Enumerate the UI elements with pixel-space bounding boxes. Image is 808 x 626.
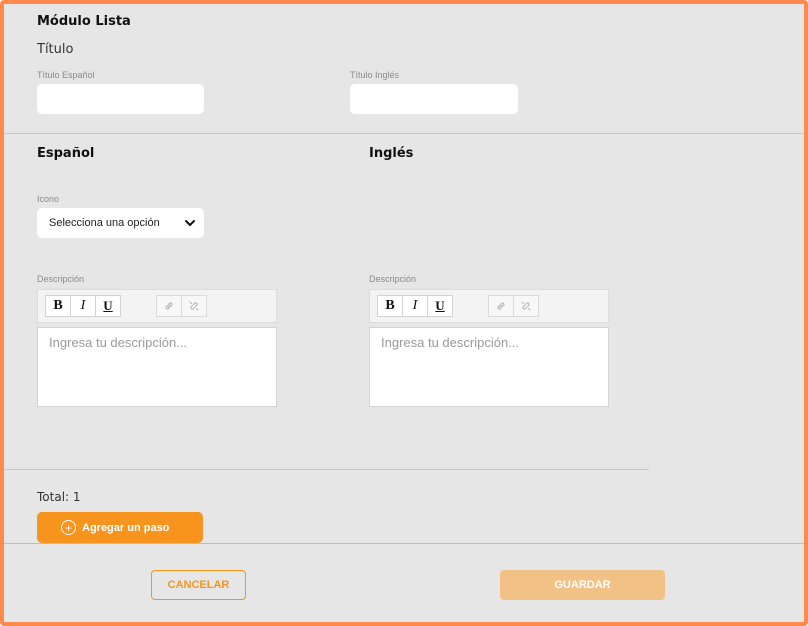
section-divider <box>4 133 804 134</box>
steps-total: Total: 1 <box>37 490 81 504</box>
footer-divider <box>4 543 804 544</box>
icon-select-label: Icono <box>37 194 60 204</box>
save-button[interactable]: GUARDAR <box>500 570 665 600</box>
english-description-label: Descripción <box>369 274 417 284</box>
add-step-button[interactable]: + Agregar un paso <box>37 512 203 543</box>
steps-divider <box>4 469 649 470</box>
unlink-icon <box>189 301 199 311</box>
title-section-label: Título <box>37 42 74 57</box>
unlink-icon <box>521 301 531 311</box>
module-title: Módulo Lista <box>37 14 131 29</box>
link-icon <box>165 302 173 310</box>
title-english-label: Título Inglés <box>350 70 400 80</box>
english-editor-toolbar: B I U <box>369 289 609 323</box>
spanish-description-placeholder: Ingresa tu descripción... <box>49 335 188 350</box>
underline-button[interactable]: U <box>95 295 121 317</box>
link-button[interactable] <box>156 295 182 317</box>
spanish-editor-toolbar: B I U <box>37 289 277 323</box>
spanish-heading: Español <box>37 146 95 161</box>
italic-button[interactable]: I <box>402 295 428 317</box>
link-icon <box>497 302 505 310</box>
spanish-description-editor[interactable]: Ingresa tu descripción... <box>37 327 277 407</box>
bold-button[interactable]: B <box>377 295 403 317</box>
plus-circle-icon: + <box>61 520 76 535</box>
icon-select-value: Selecciona una opción <box>49 217 160 229</box>
italic-button[interactable]: I <box>70 295 96 317</box>
chevron-down-icon <box>185 220 195 226</box>
english-heading: Inglés <box>369 146 414 161</box>
unlink-button[interactable] <box>513 295 539 317</box>
title-english-input[interactable] <box>350 84 518 114</box>
title-spanish-label: Título Español <box>37 70 95 80</box>
bold-button[interactable]: B <box>45 295 71 317</box>
spanish-description-label: Descripción <box>37 274 85 284</box>
link-button[interactable] <box>488 295 514 317</box>
cancel-button[interactable]: CANCELAR <box>151 570 246 600</box>
english-description-editor[interactable]: Ingresa tu descripción... <box>369 327 609 407</box>
add-step-label: Agregar un paso <box>82 521 170 534</box>
title-spanish-input[interactable] <box>37 84 204 114</box>
unlink-button[interactable] <box>181 295 207 317</box>
underline-button[interactable]: U <box>427 295 453 317</box>
icon-select[interactable]: Selecciona una opción <box>37 208 204 238</box>
english-description-placeholder: Ingresa tu descripción... <box>381 335 520 350</box>
modal-frame: Módulo Lista Título Título Español Títul… <box>0 0 808 626</box>
